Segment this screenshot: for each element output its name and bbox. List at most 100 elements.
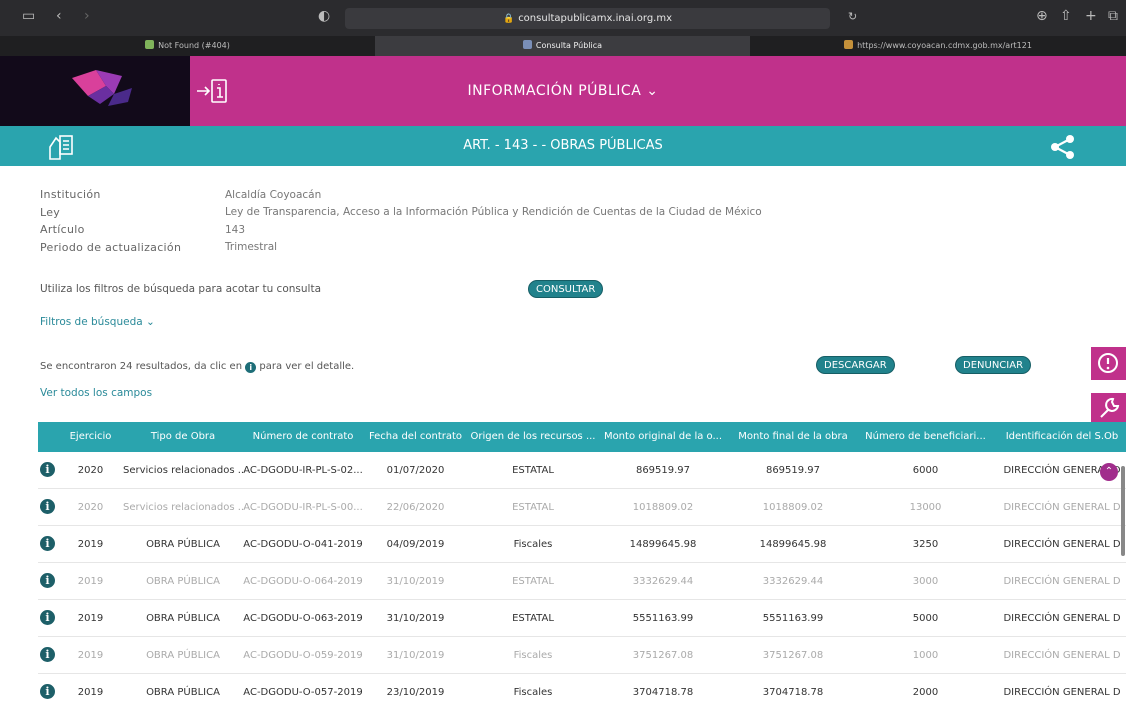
search-filters-toggle[interactable]: Filtros de búsqueda ⌄ [40, 316, 155, 328]
row-detail-info-icon[interactable]: i [40, 684, 55, 699]
row-detail-info-icon[interactable]: i [40, 499, 55, 514]
table-cell: OBRA PÚBLICA [146, 687, 220, 698]
table-cell: 2000 [912, 687, 939, 698]
row-detail-info-icon[interactable]: i [40, 610, 55, 625]
table-cell: AC-DGODU-O-041-2019 [243, 539, 363, 550]
column-header[interactable]: Identificación del S.Ob [998, 422, 1126, 452]
download-icon[interactable]: ⊕ [1036, 8, 1048, 24]
row-detail-info-icon[interactable]: i [40, 647, 55, 662]
column-header[interactable]: Monto final de la obra [728, 422, 858, 452]
column-header[interactable]: Origen de los recursos ... [468, 422, 598, 452]
info-row-periodo: Periodo de actualización Trimestral [40, 239, 762, 257]
column-header[interactable]: Ejercicio [58, 422, 123, 452]
institution-info: Institución Alcaldía Coyoacán Ley Ley de… [40, 186, 762, 256]
table-cell: AC-DGODU-O-064-2019 [243, 576, 363, 587]
table-cell: 869519.97 [635, 465, 691, 476]
column-header[interactable]: Fecha del contrato [363, 422, 468, 452]
scroll-up-icon[interactable]: ⌃ [1100, 463, 1118, 481]
consult-button[interactable]: CONSULTAR [528, 280, 604, 298]
table-cell: DIRECCIÓN GENERAL D [1003, 576, 1121, 587]
tab-consulta-publica[interactable]: Consulta Pública [375, 36, 750, 56]
tab-label: Not Found (#404) [158, 41, 230, 50]
alert-button[interactable] [1091, 347, 1126, 380]
table-cell: ESTATAL [512, 502, 554, 513]
all-fields-link[interactable]: Ver todos los campos [40, 387, 152, 399]
table-cell: AC-DGODU-IR-PL-S-02... [243, 465, 363, 476]
table-cell: 3000 [912, 576, 939, 587]
plus-icon[interactable]: + [1085, 8, 1097, 24]
table-row[interactable]: i 2019 OBRA PÚBLICA AC-DGODU-O-057-2019 23/1… [38, 674, 1126, 707]
download-button[interactable]: DESCARGAR [816, 356, 895, 374]
sidebar-toggle-icon[interactable]: ▭ [22, 8, 35, 24]
info-value: Trimestral [225, 241, 278, 254]
results-suffix: para ver el detalle. [259, 361, 355, 372]
table-row[interactable]: i 2019 OBRA PÚBLICA AC-DGODU-O-064-2019 31/1… [38, 563, 1126, 600]
row-detail-info-icon[interactable]: i [40, 536, 55, 551]
results-prefix: Se encontraron 24 resultados, da clic en [40, 361, 243, 372]
table-cell: 3751267.08 [762, 650, 824, 661]
table-scrollbar[interactable] [1121, 466, 1125, 556]
table-cell: 1018809.02 [632, 502, 694, 513]
tab-label: https://www.coyoacan.cdmx.gob.mx/art121 [857, 41, 1032, 50]
table-cell: AC-DGODU-O-063-2019 [243, 613, 363, 624]
back-icon[interactable]: ‹ [56, 8, 62, 24]
info-value: Alcaldía Coyoacán [225, 188, 322, 201]
table-cell: Servicios relacionados ... [123, 502, 243, 513]
table-cell: 1000 [912, 650, 939, 661]
favicon-icon [522, 40, 532, 49]
table-cell: DIRECCIÓN GENERAL D [1003, 613, 1121, 624]
favicon-icon [145, 40, 155, 49]
tools-icon [1100, 397, 1120, 418]
table-cell: 2019 [77, 576, 104, 587]
table-cell: 23/10/2019 [386, 687, 445, 698]
alert-icon [1098, 353, 1118, 373]
results-summary: Se encontraron 24 resultados, da clic en… [40, 361, 354, 373]
table-cell: 5551163.99 [632, 613, 694, 624]
table-row[interactable]: i 2019 OBRA PÚBLICA AC-DGODU-O-041-2019 04/0… [38, 526, 1126, 563]
table-cell: 14899645.98 [629, 539, 697, 550]
reload-icon[interactable]: ↻ [848, 10, 857, 23]
row-detail-info-icon[interactable]: i [40, 573, 55, 588]
url-text: consultapublicamx.inai.org.mx [518, 13, 673, 24]
address-bar[interactable]: 🔒 consultapublicamx.inai.org.mx [345, 8, 830, 29]
tabs-icon[interactable]: ⧉ [1108, 8, 1118, 24]
table-cell: DIRECCIÓN GENERAL D [1003, 539, 1121, 550]
table-cell: 1018809.02 [762, 502, 824, 513]
info-value: 143 [225, 223, 246, 236]
table-row[interactable]: i 2019 OBRA PÚBLICA AC-DGODU-O-063-2019 31/1… [38, 600, 1126, 637]
column-header[interactable]: Tipo de Obra [123, 422, 243, 452]
table-cell: Servicios relacionados ... [123, 465, 243, 476]
table-cell: 3704718.78 [632, 687, 694, 698]
column-header[interactable]: Número de contrato [243, 422, 363, 452]
tools-button[interactable] [1091, 393, 1126, 423]
table-cell: ESTATAL [512, 576, 554, 587]
table-cell: OBRA PÚBLICA [146, 613, 220, 624]
table-cell: 3332629.44 [632, 576, 694, 587]
tab-coyoacan[interactable]: https://www.coyoacan.cdmx.gob.mx/art121 [750, 36, 1126, 56]
row-detail-info-icon[interactable]: i [40, 462, 55, 477]
info-label: Institución [40, 188, 101, 202]
table-cell: 2019 [77, 613, 104, 624]
table-header: Ejercicio Tipo de Obra Número de contrat… [38, 422, 1126, 452]
info-label: Ley [40, 205, 61, 219]
share-nodes-icon[interactable] [1050, 134, 1076, 160]
table-row[interactable]: i 2020 Servicios relacionados ... AC-DGODU-… [38, 489, 1126, 526]
table-cell: 2020 [77, 502, 104, 513]
shield-icon[interactable]: ◐ [318, 8, 330, 24]
tab-not-found[interactable]: Not Found (#404) [0, 36, 375, 56]
section-dropdown[interactable]: INFORMACIÓN PÚBLICA ⌄ [0, 56, 1126, 126]
table-cell: Fiscales [513, 539, 553, 550]
forward-icon[interactable]: › [84, 8, 90, 24]
table-row[interactable]: i 2019 OBRA PÚBLICA AC-DGODU-O-059-2019 31/1… [38, 637, 1126, 674]
table-cell: 869519.97 [765, 465, 821, 476]
column-header[interactable]: Número de beneficiari... [858, 422, 993, 452]
report-button[interactable]: DENUNCIAR [955, 356, 1032, 374]
table-cell: 2020 [77, 465, 104, 476]
table-cell: 2019 [77, 539, 104, 550]
table-row[interactable]: i 2020 Servicios relacionados ... AC-DGODU-… [38, 452, 1126, 489]
column-header[interactable]: Monto original de la o... [598, 422, 728, 452]
share-icon[interactable]: ⇧ [1060, 8, 1072, 24]
site-header: INFORMACIÓN PÚBLICA ⌄ [0, 56, 1126, 126]
article-title: ART. - 143 - - OBRAS PÚBLICAS [463, 138, 663, 153]
table-cell: 5000 [912, 613, 939, 624]
